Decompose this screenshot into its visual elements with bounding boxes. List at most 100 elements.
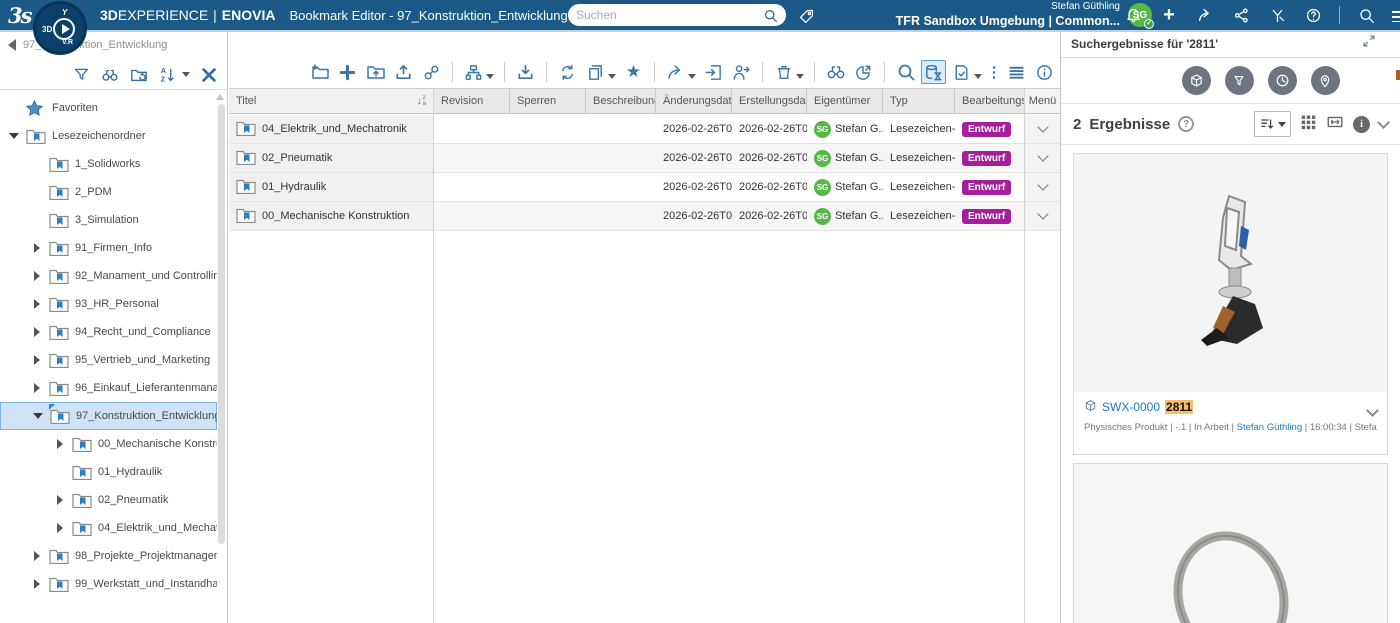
result-card[interactable]: [1073, 463, 1388, 623]
tree-arrow-slot[interactable]: [31, 383, 43, 393]
tree-item-2-pdm[interactable]: 2_PDM: [0, 178, 217, 206]
location-pin-icon[interactable]: [1311, 66, 1340, 95]
page-caret-icon[interactable]: [974, 74, 982, 79]
column-header-erstellungsdatum[interactable]: Erstellungsdat...: [732, 89, 807, 113]
row-title[interactable]: 04_Elektrik_und_Mechatronik: [262, 123, 407, 135]
tree-arrow-slot[interactable]: [8, 133, 20, 139]
expand-arrow-icon[interactable]: [34, 271, 40, 281]
back-arrow-icon[interactable]: [8, 39, 16, 51]
person-share-icon[interactable]: [729, 60, 754, 84]
add-icon[interactable]: [335, 60, 360, 84]
global-search-input[interactable]: [576, 8, 762, 22]
help-icon[interactable]: [1303, 5, 1323, 25]
search-icon[interactable]: [762, 7, 778, 23]
tree-item-91-firmen-info[interactable]: 91_Firmen_Info: [0, 234, 217, 262]
expand-arrow-icon[interactable]: [34, 355, 40, 365]
tree-arrow-slot[interactable]: [31, 355, 43, 365]
expand-arrow-icon[interactable]: [34, 383, 40, 393]
tree-item-3-simulation[interactable]: 3_Simulation: [0, 206, 217, 234]
info-icon[interactable]: i: [1353, 116, 1370, 133]
tree-arrow-slot[interactable]: [31, 271, 43, 281]
tree-arrow-slot[interactable]: [31, 243, 43, 253]
result-id-link[interactable]: SWX-0000: [1102, 400, 1160, 414]
tree-item-99-werkstatt-und-instandhaltung[interactable]: 99_Werkstatt_und_Instandhaltung: [0, 570, 217, 598]
bookmark-folder-new-icon[interactable]: [307, 60, 332, 84]
collapse-arrow-icon[interactable]: [33, 413, 43, 419]
favorite-star-icon[interactable]: ★: [621, 60, 646, 84]
tree-item-92-manament-und-controlling[interactable]: 92_Manament_und Controlling: [0, 262, 217, 290]
tree-item-93-hr-personal[interactable]: 93_HR_Personal: [0, 290, 217, 318]
door-in-icon[interactable]: [701, 60, 726, 84]
table-row-04-elektrik-und-mechatronik[interactable]: 04_Elektrik_und_Mechatronik2026-02-26T0.…: [229, 115, 1060, 144]
row-title[interactable]: 01_Hydraulik: [262, 181, 326, 193]
share-nodes-icon[interactable]: [1231, 5, 1251, 25]
tree-item-94-recht-und-compliance[interactable]: 94_Recht_und_Compliance: [0, 318, 217, 346]
tree-arrow-slot[interactable]: [54, 523, 66, 533]
tree-item-04-elektrik-und-mechatronik[interactable]: 04_Elektrik_und_Mechatronik: [0, 514, 217, 542]
table-row-01-hydraulik[interactable]: 01_Hydraulik2026-02-26T0...2026-02-26T0.…: [229, 173, 1060, 202]
tree-scrollbar[interactable]: [218, 104, 225, 544]
link-add-icon[interactable]: [419, 60, 444, 84]
database-pending-icon[interactable]: [921, 60, 946, 84]
menu-icon[interactable]: [1392, 8, 1400, 22]
tree-arrow-slot[interactable]: [31, 579, 43, 589]
expand-arrow-icon[interactable]: [34, 327, 40, 337]
copy-icon[interactable]: [583, 60, 608, 84]
page-check-icon[interactable]: [949, 60, 974, 84]
bell-icon[interactable]: [1123, 5, 1143, 25]
tree-item-1-solidworks[interactable]: 1_Solidworks: [0, 150, 217, 178]
scroll-up-icon[interactable]: [216, 94, 224, 100]
3dexperience-compass-logo[interactable]: Y 3D V.R: [33, 1, 87, 55]
tree-item-96-einkauf-lieferantenmanagement[interactable]: 96_Einkauf_Lieferantenmanagement: [0, 374, 217, 402]
kebab-icon[interactable]: ⋮: [987, 60, 1001, 84]
ys-logo-icon[interactable]: [1267, 5, 1287, 25]
expand-arrow-icon[interactable]: [57, 495, 63, 505]
copy-caret-icon[interactable]: [608, 74, 616, 79]
history-clock-icon[interactable]: [1268, 66, 1297, 95]
column-header-bearbeitungsstatus[interactable]: Bearbeitungss..: [955, 89, 1025, 113]
column-header-sperren[interactable]: Sperren: [510, 89, 586, 113]
row-menu-chevron-icon[interactable]: [1037, 121, 1048, 132]
collapse-chevron-icon[interactable]: [1377, 116, 1390, 129]
column-header-revision[interactable]: Revision: [434, 89, 510, 113]
table-row-02-pneumatik[interactable]: 02_Pneumatik2026-02-26T0...2026-02-26T0.…: [229, 144, 1060, 173]
filter-funnel-icon[interactable]: [71, 65, 91, 85]
sort-icon[interactable]: [1254, 111, 1291, 137]
expand-arrow-icon[interactable]: [34, 579, 40, 589]
help-icon[interactable]: ?: [1178, 116, 1194, 132]
folder-export-icon[interactable]: [129, 65, 149, 85]
close-x-icon[interactable]: [199, 65, 219, 85]
row-title[interactable]: 02_Pneumatik: [262, 152, 332, 164]
tree-item-00-mechanische-konstruktion[interactable]: 00_Mechanische Konstruktion: [0, 430, 217, 458]
az-sort-icon[interactable]: AZ: [158, 65, 178, 85]
column-header-beschreibung[interactable]: Beschreibung: [586, 89, 656, 113]
search-icon[interactable]: [893, 60, 918, 84]
import-icon[interactable]: [391, 60, 416, 84]
tree-item-favoriten[interactable]: Favoriten: [0, 94, 217, 122]
tree-arrow-slot[interactable]: [32, 413, 44, 419]
result-card[interactable]: SWX-00002811 Physisches Produkt | -.1 | …: [1073, 153, 1388, 455]
binoculars-icon[interactable]: [100, 65, 120, 85]
tree-arrow-slot[interactable]: [31, 551, 43, 561]
user-block[interactable]: Stefan Güthling TFR Sandbox Umgebung | C…: [896, 1, 1120, 29]
trash-caret-icon[interactable]: [796, 74, 804, 79]
column-header-menue[interactable]: Menü: [1025, 89, 1060, 113]
expand-arrow-icon[interactable]: [34, 299, 40, 309]
folder-upload-icon[interactable]: [363, 60, 388, 84]
app-title-dropdown[interactable]: Bookmark Editor - 97_Konstruktion_Entwic…: [289, 8, 583, 23]
filter-funnel-icon[interactable]: [1225, 66, 1254, 95]
sort-caret-icon[interactable]: [182, 72, 190, 77]
pie-export-icon[interactable]: [851, 60, 876, 84]
sync-icon[interactable]: [555, 60, 580, 84]
row-menu-chevron-icon[interactable]: [1037, 150, 1048, 161]
tree-item-01-hydraulik[interactable]: 01_Hydraulik: [0, 458, 217, 486]
tree-item-97-konstruktion-entwicklung[interactable]: 97_Konstruktion_Entwicklung: [0, 402, 217, 430]
list-icon[interactable]: [1004, 60, 1029, 84]
expand-panel-icon[interactable]: [1362, 34, 1376, 53]
expand-arrow-icon[interactable]: [57, 523, 63, 533]
share-arrow-icon[interactable]: [1195, 5, 1215, 25]
trash-icon[interactable]: [771, 60, 796, 84]
hierarchy-caret-icon[interactable]: [486, 74, 494, 79]
expand-arrow-icon[interactable]: [34, 551, 40, 561]
tree-arrow-slot[interactable]: [54, 495, 66, 505]
